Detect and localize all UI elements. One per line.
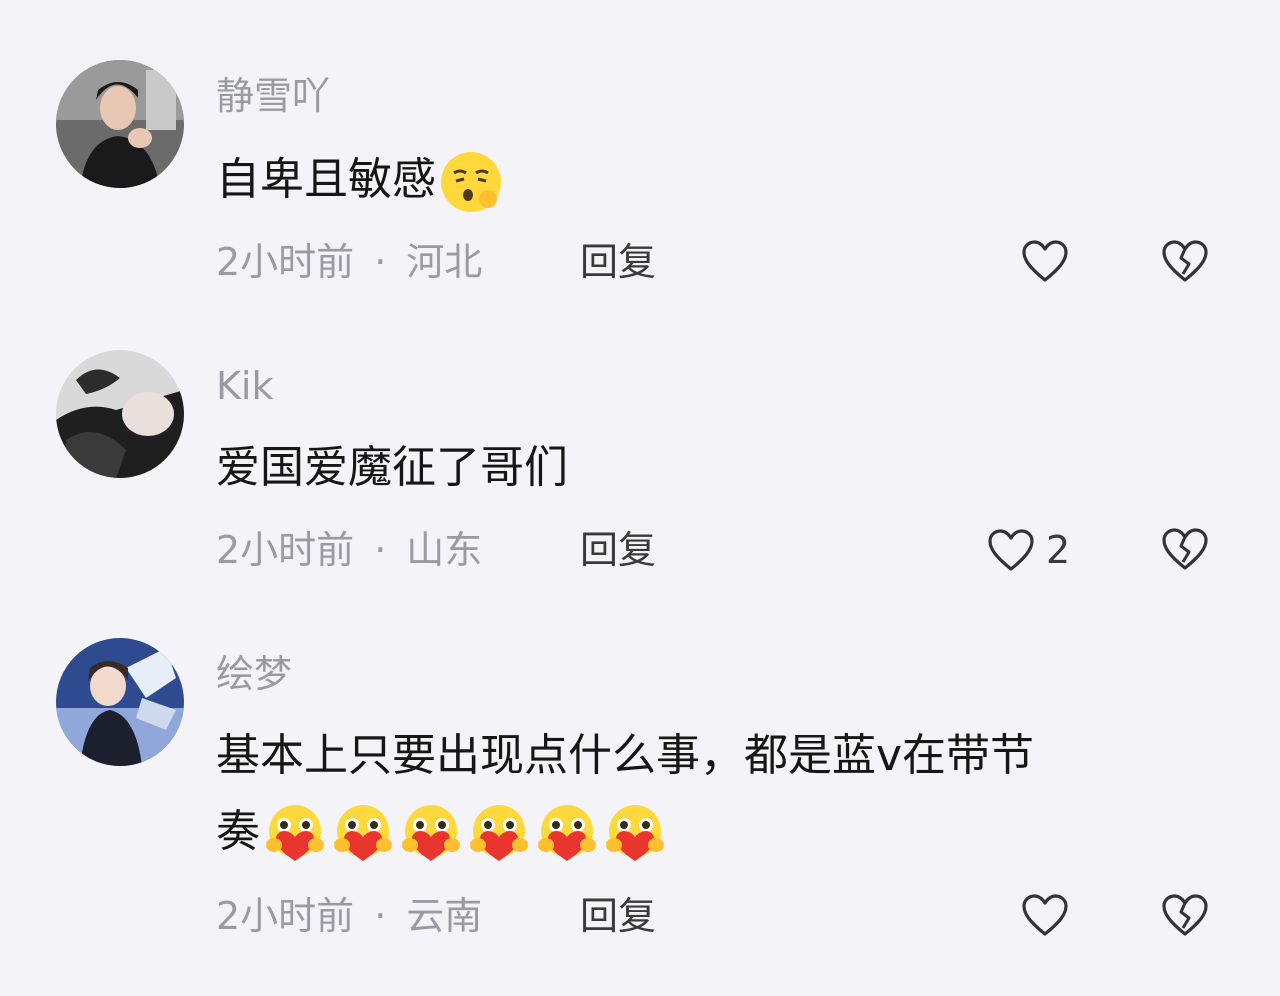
comment-meta: 2小时前 · 河北	[216, 238, 482, 286]
heart-hug-emoji	[262, 801, 328, 867]
comment-text-line: 基本上只要出现点什么事，都是蓝v在带节	[216, 730, 1035, 781]
like-button[interactable]: 2	[986, 526, 1070, 574]
comment-text: 基本上只要出现点什么事，都是蓝v在带节	[216, 720, 1034, 792]
dislike-button[interactable]	[1160, 892, 1210, 938]
dislike-button[interactable]	[1160, 238, 1210, 284]
heart-hug-emoji	[602, 801, 668, 867]
comment-meta: 2小时前 · 山东	[216, 526, 482, 574]
comment-time: 2小时前	[216, 894, 355, 938]
comment-text: 自卑且敏感	[216, 144, 504, 216]
avatar[interactable]	[56, 60, 184, 188]
dislike-button[interactable]	[1160, 526, 1210, 572]
meta-separator: ·	[374, 528, 387, 572]
reply-button[interactable]: 回复	[580, 526, 656, 574]
username[interactable]: 绘梦	[216, 650, 292, 698]
meta-separator: ·	[374, 894, 387, 938]
reply-button[interactable]: 回复	[580, 238, 656, 286]
comment-text-line: 奏	[216, 806, 260, 857]
reply-button[interactable]: 回复	[580, 892, 656, 940]
avatar[interactable]	[56, 638, 184, 766]
heart-hug-emoji	[534, 801, 600, 867]
like-button[interactable]	[1020, 238, 1070, 284]
broken-heart-icon	[1162, 528, 1208, 570]
broken-heart-icon	[1162, 894, 1208, 936]
heart-hug-emoji	[330, 801, 396, 867]
username[interactable]: 静雪吖	[216, 72, 330, 120]
comment-location: 河北	[406, 240, 483, 284]
comment-list: 静雪吖 自卑且敏感 2小时前 · 河北 回复 Kik 爱国爱魔征了哥们 2小时前…	[0, 0, 1280, 996]
avatar[interactable]	[56, 350, 184, 478]
comment-text-body: 爱国爱魔征了哥们	[216, 442, 568, 493]
heart-outline-icon	[988, 529, 1034, 571]
kiss-face-emoji	[438, 149, 504, 215]
comment-text: 奏	[216, 796, 668, 868]
comment-time: 2小时前	[216, 528, 355, 572]
comment-location: 山东	[406, 528, 483, 572]
heart-outline-icon	[1022, 894, 1068, 936]
comment-time: 2小时前	[216, 240, 355, 284]
like-button[interactable]	[1020, 892, 1070, 938]
username[interactable]: Kik	[216, 362, 273, 410]
heart-hug-emoji	[466, 801, 532, 867]
meta-separator: ·	[374, 240, 387, 284]
heart-outline-icon	[1022, 240, 1068, 282]
heart-hug-emoji	[398, 801, 464, 867]
like-count: 2	[1046, 528, 1071, 572]
comment-location: 云南	[406, 894, 483, 938]
comment-text-body: 自卑且敏感	[216, 154, 436, 205]
comment-meta: 2小时前 · 云南	[216, 892, 482, 940]
broken-heart-icon	[1162, 240, 1208, 282]
comment-text: 爱国爱魔征了哥们	[216, 432, 568, 504]
